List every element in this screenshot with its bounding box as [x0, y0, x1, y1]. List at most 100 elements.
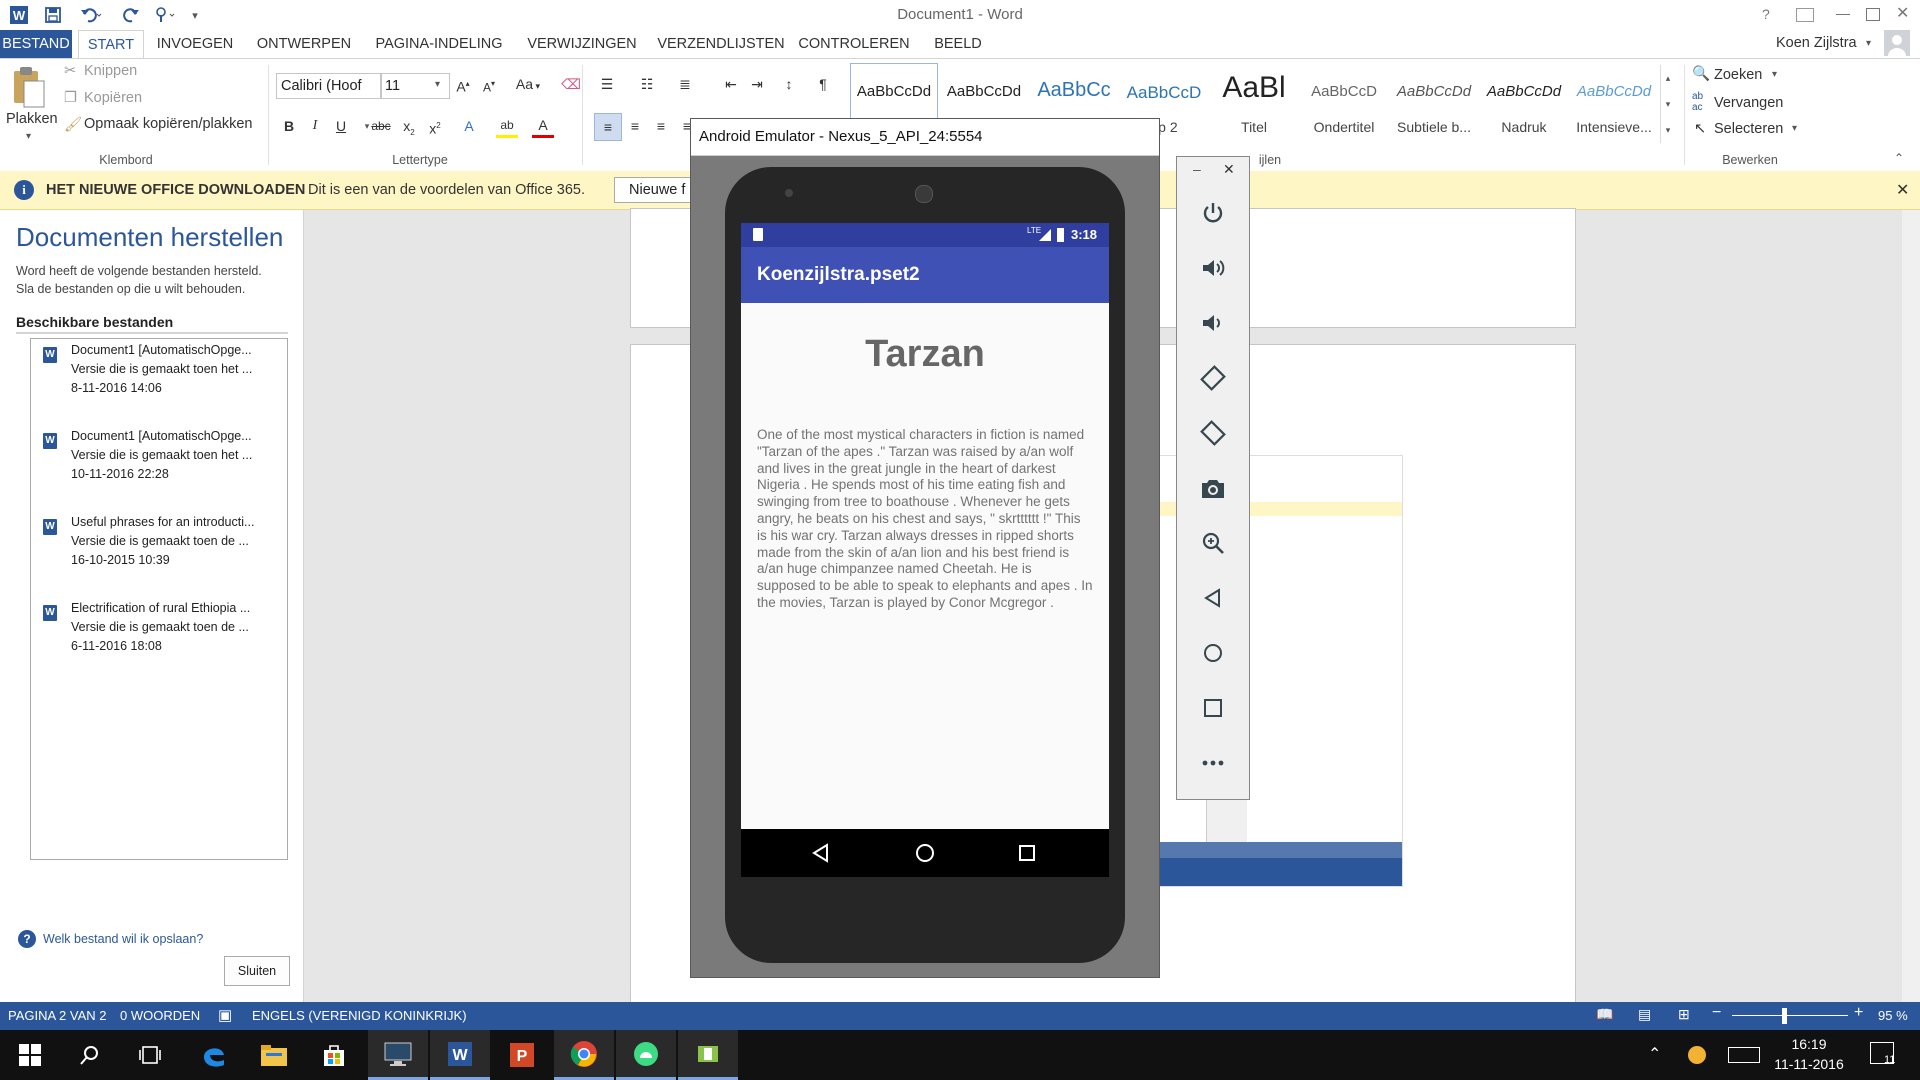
which-file-help-link[interactable]: Welk bestand wil ik opslaan? — [43, 932, 203, 946]
read-mode-icon[interactable]: 📖 — [1596, 1006, 1613, 1023]
format-painter-button[interactable]: Opmaak kopiëren/plakken — [84, 116, 252, 132]
account-name[interactable]: Koen Zijlstra — [1776, 35, 1857, 51]
sort-icon[interactable]: ↕ — [776, 71, 802, 97]
italic-icon[interactable]: I — [302, 113, 328, 139]
close-button[interactable]: Sluiten — [224, 956, 290, 986]
clock-date[interactable]: 11-11-2016 — [1766, 1056, 1852, 1072]
style-subtitle[interactable]: AaBbCcD Ondertitel — [1300, 65, 1388, 143]
tab-review[interactable]: CONTROLEREN — [798, 30, 910, 58]
subscript-icon[interactable]: x2 — [396, 113, 422, 139]
restore-icon[interactable] — [1866, 8, 1880, 21]
align-right-icon[interactable]: ≡ — [648, 113, 674, 139]
word-count[interactable]: 0 WOORDEN — [120, 1008, 200, 1023]
keyboard-icon[interactable] — [1728, 1047, 1760, 1063]
home-icon[interactable] — [915, 843, 935, 866]
emulator-minimize-icon[interactable]: – — [1193, 161, 1201, 177]
android-studio-taskbar-icon[interactable] — [616, 1030, 676, 1080]
zoom-slider-thumb[interactable] — [1782, 1008, 1787, 1024]
list-item[interactable]: Document1 [AutomatischOpge... Versie die… — [71, 341, 301, 398]
zoom-level[interactable]: 95 % — [1878, 1008, 1908, 1023]
strikethrough-icon[interactable]: abc — [368, 113, 394, 139]
select-chevron-icon[interactable]: ▾ — [1792, 123, 1797, 134]
powerpoint-taskbar-icon[interactable]: P — [492, 1030, 552, 1080]
help-icon[interactable]: ? — [18, 930, 36, 948]
paste-chevron-icon[interactable]: ▾ — [26, 131, 31, 142]
font-size-select[interactable]: 11 ▾ — [380, 73, 450, 99]
volume-up-icon[interactable] — [1177, 248, 1249, 288]
chrome-taskbar-icon[interactable] — [554, 1030, 614, 1080]
tab-design[interactable]: ONTWERPEN — [250, 30, 358, 58]
show-hidden-icons-chevron-icon[interactable]: ⌃ — [1648, 1044, 1661, 1064]
show-formatting-icon[interactable]: ¶ — [810, 71, 836, 97]
help-button[interactable]: ? — [1762, 6, 1770, 22]
file-explorer-icon[interactable] — [244, 1030, 304, 1080]
find-chevron-icon[interactable]: ▾ — [1772, 69, 1777, 80]
align-center-icon[interactable]: ≡ — [622, 113, 648, 139]
camera-icon[interactable] — [1177, 468, 1249, 508]
clear-formatting-icon[interactable]: ⌫ — [558, 71, 584, 97]
word-taskbar-icon[interactable]: W — [430, 1030, 490, 1080]
underline-icon[interactable]: U — [328, 113, 354, 139]
style-subtle-emphasis[interactable]: AaBbCcDd Subtiele b... — [1390, 65, 1478, 143]
replace-button[interactable]: Vervangen — [1714, 95, 1783, 111]
find-button[interactable]: Zoeken — [1714, 67, 1762, 83]
copy-button[interactable]: Kopiëren — [84, 90, 142, 106]
paste-button[interactable]: Plakken — [6, 111, 58, 127]
clock-time[interactable]: 16:19 — [1778, 1036, 1840, 1052]
list-item[interactable]: Electrification of rural Ethiopia ... Ve… — [71, 599, 301, 656]
overview-icon[interactable] — [1177, 688, 1249, 728]
multilevel-list-icon[interactable]: ≣ — [672, 71, 698, 97]
more-options-icon[interactable] — [1177, 743, 1249, 783]
grow-font-icon[interactable]: A▴ — [450, 71, 476, 97]
phone-screen[interactable]: LTE 3:18 Koenzijlstra.pset2 Tarzan One o… — [741, 223, 1109, 877]
rotate-right-icon[interactable] — [1177, 413, 1249, 453]
select-button[interactable]: Selecteren — [1714, 121, 1783, 137]
align-left-icon[interactable]: ≡ — [594, 113, 622, 141]
start-button[interactable] — [0, 1030, 60, 1080]
home-icon[interactable] — [1177, 633, 1249, 673]
get-new-office-button[interactable]: Nieuwe f — [614, 177, 696, 203]
list-item[interactable]: Document1 [AutomatischOpge... Versie die… — [71, 427, 301, 484]
bold-icon[interactable]: B — [276, 113, 302, 139]
highlight-icon[interactable]: ab — [496, 115, 518, 138]
emulator-taskbar-icon[interactable] — [678, 1030, 738, 1080]
back-icon[interactable] — [1177, 578, 1249, 618]
collapse-ribbon-icon[interactable]: ⌃ — [1894, 151, 1904, 165]
text-effects-icon[interactable]: A — [456, 113, 482, 139]
close-icon[interactable]: ✕ — [1896, 3, 1909, 23]
bullets-icon[interactable]: ☰ — [594, 71, 620, 97]
close-message-bar-icon[interactable]: ✕ — [1896, 180, 1909, 200]
tab-file[interactable]: BESTAND — [0, 30, 72, 58]
numbering-icon[interactable]: ☷ — [634, 71, 660, 97]
minimize-icon[interactable] — [1836, 14, 1850, 15]
style-title[interactable]: AaBl Titel — [1210, 65, 1298, 143]
zoom-slider-track[interactable] — [1732, 1015, 1848, 1016]
decrease-indent-icon[interactable]: ⇤ — [718, 71, 744, 97]
taskbar-app-monitor-icon[interactable] — [368, 1030, 428, 1080]
emulator-close-icon[interactable]: ✕ — [1223, 161, 1235, 178]
store-icon[interactable] — [304, 1030, 364, 1080]
search-icon[interactable] — [60, 1030, 120, 1080]
style-emphasis[interactable]: AaBbCcDd Nadruk — [1480, 65, 1568, 143]
font-family-select[interactable]: Calibri (Hoof — [276, 73, 382, 99]
task-view-icon[interactable] — [120, 1030, 180, 1080]
tab-view[interactable]: BEELD — [922, 30, 994, 58]
superscript-icon[interactable]: x2 — [422, 113, 448, 139]
back-icon[interactable] — [811, 843, 831, 866]
avatar[interactable] — [1884, 30, 1910, 56]
styles-scroll[interactable]: ▴ ▾ ▾ — [1660, 65, 1675, 143]
page-count[interactable]: PAGINA 2 VAN 2 — [8, 1008, 107, 1023]
power-icon[interactable] — [1177, 193, 1249, 233]
tab-layout[interactable]: PAGINA-INDELING — [368, 30, 510, 58]
ribbon-display-options-icon[interactable] — [1796, 8, 1814, 22]
shrink-font-icon[interactable]: A▾ — [476, 71, 502, 97]
increase-indent-icon[interactable]: ⇥ — [744, 71, 770, 97]
tab-mailings[interactable]: VERZENDLIJSTEN — [654, 30, 788, 58]
rotate-left-icon[interactable] — [1177, 358, 1249, 398]
zoom-in-icon[interactable]: + — [1854, 1004, 1863, 1022]
tab-references[interactable]: VERWIJZINGEN — [520, 30, 644, 58]
zoom-icon[interactable] — [1177, 523, 1249, 563]
network-icon[interactable] — [1688, 1046, 1706, 1064]
proofing-icon[interactable]: ▣ — [218, 1006, 232, 1024]
change-case-button[interactable]: Aa ▾ — [510, 71, 546, 97]
